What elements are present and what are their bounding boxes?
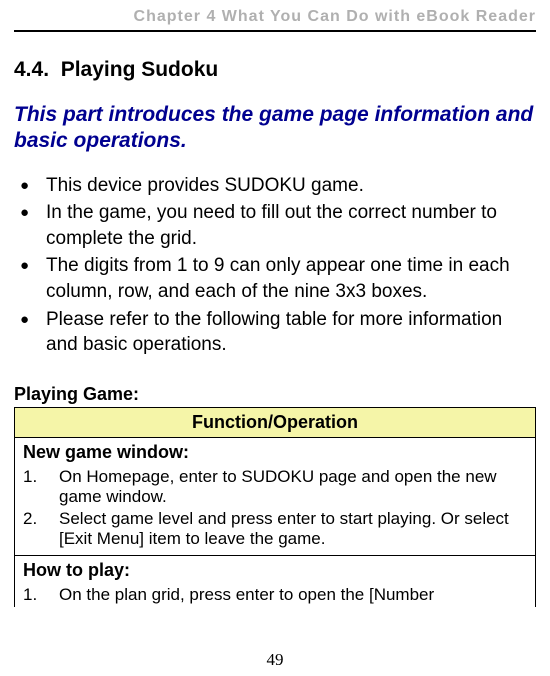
- table-cell: How to play: 1. On the plan grid, press …: [15, 555, 536, 607]
- bullet-text: In the game, you need to fill out the co…: [46, 202, 497, 249]
- step-text: On the plan grid, press enter to open th…: [59, 585, 527, 605]
- function-table: Function/Operation New game window: 1. O…: [14, 407, 536, 607]
- step-text: Select game level and press enter to sta…: [59, 509, 527, 549]
- table-header-cell: Function/Operation: [15, 407, 536, 437]
- bullet-list: This device provides SUDOKU game. In the…: [14, 173, 536, 358]
- step-item: 1. On Homepage, enter to SUDOKU page and…: [23, 467, 527, 507]
- chapter-header: Chapter 4 What You Can Do with eBook Rea…: [14, 8, 536, 30]
- list-item: The digits from 1 to 9 can only appear o…: [14, 253, 536, 304]
- page-container: Chapter 4 What You Can Do with eBook Rea…: [0, 0, 550, 607]
- list-item: This device provides SUDOKU game.: [14, 173, 536, 199]
- bullet-text: The digits from 1 to 9 can only appear o…: [46, 255, 510, 302]
- chapter-rule: [14, 30, 536, 32]
- table-row: How to play: 1. On the plan grid, press …: [15, 555, 536, 607]
- section-heading: 4.4. Playing Sudoku: [14, 58, 536, 82]
- step-number: 1.: [23, 467, 59, 507]
- step-number: 1.: [23, 585, 59, 605]
- table-row: New game window: 1. On Homepage, enter t…: [15, 437, 536, 555]
- step-text: On Homepage, enter to SUDOKU page and op…: [59, 467, 527, 507]
- intro-text: This part introduces the game page infor…: [14, 102, 536, 155]
- page-number: 49: [0, 650, 550, 670]
- step-number: 2.: [23, 509, 59, 549]
- section-title: Playing Sudoku: [61, 58, 219, 81]
- table-caption: Playing Game:: [14, 384, 536, 405]
- list-item: Please refer to the following table for …: [14, 307, 536, 358]
- cell-title: New game window:: [23, 442, 527, 463]
- bullet-text: This device provides SUDOKU game.: [46, 175, 364, 196]
- cell-title: How to play:: [23, 560, 527, 581]
- table-header-row: Function/Operation: [15, 407, 536, 437]
- step-item: 1. On the plan grid, press enter to open…: [23, 585, 527, 605]
- section-number: 4.4.: [14, 58, 49, 81]
- list-item: In the game, you need to fill out the co…: [14, 200, 536, 251]
- step-list: 1. On Homepage, enter to SUDOKU page and…: [23, 467, 527, 549]
- step-item: 2. Select game level and press enter to …: [23, 509, 527, 549]
- step-list: 1. On the plan grid, press enter to open…: [23, 585, 527, 605]
- table-cell: New game window: 1. On Homepage, enter t…: [15, 437, 536, 555]
- bullet-text: Please refer to the following table for …: [46, 309, 502, 356]
